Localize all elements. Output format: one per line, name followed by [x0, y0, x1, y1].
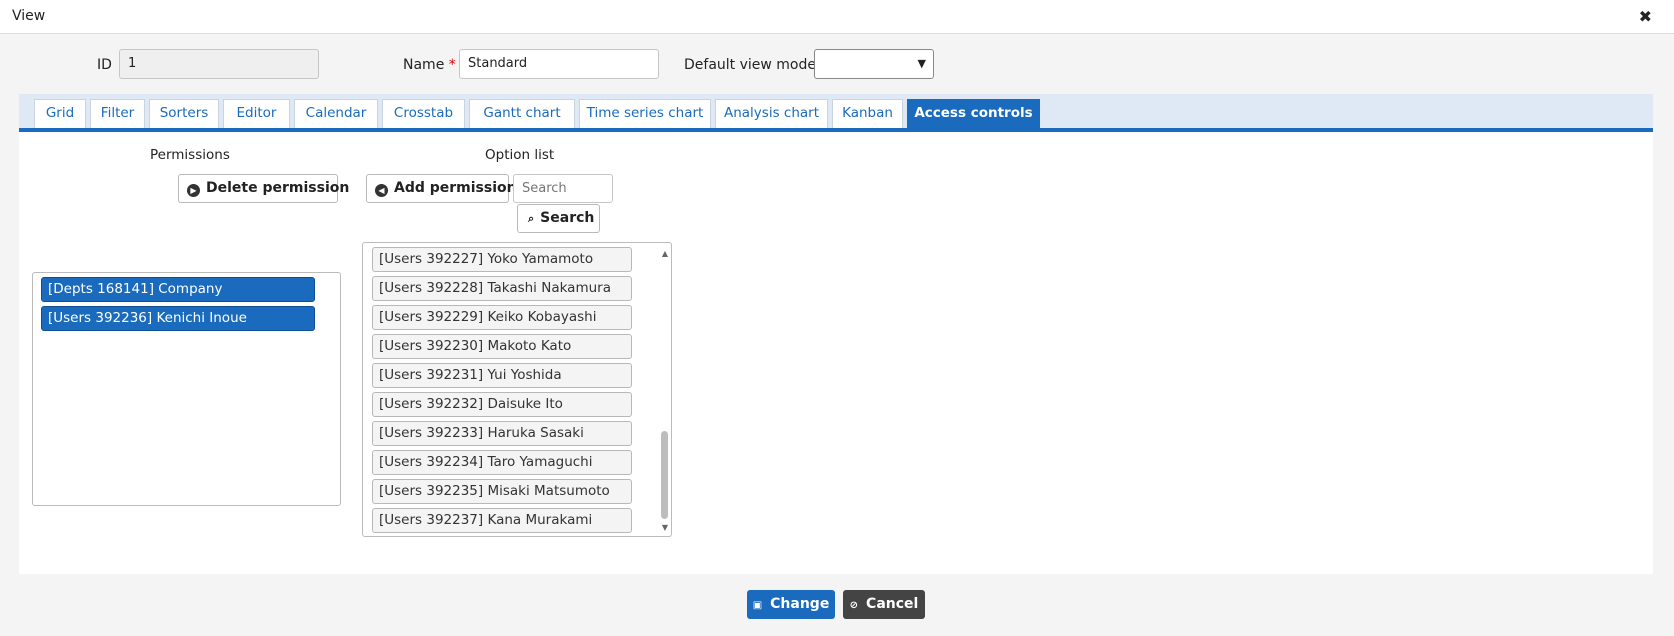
- delete-permission-label: Delete permission: [206, 180, 350, 196]
- arrow-right-circle-icon: ▶: [187, 184, 200, 197]
- name-label: Name *: [403, 57, 456, 73]
- cancel-button[interactable]: ⊘ Cancel: [843, 590, 925, 619]
- tab-time-series-chart[interactable]: Time series chart: [579, 99, 711, 128]
- option-list[interactable]: [Users 392227] Yoko Yamamoto [Users 3922…: [362, 242, 672, 537]
- name-field[interactable]: Standard: [459, 49, 659, 79]
- save-icon: ▣: [752, 600, 763, 611]
- add-permission-label: Add permission: [394, 180, 517, 196]
- id-label: ID: [97, 57, 112, 73]
- search-input[interactable]: [513, 174, 613, 203]
- permissions-list[interactable]: [Depts 168141] Company [Users 392236] Ke…: [32, 272, 341, 506]
- tab-grid[interactable]: Grid: [34, 99, 86, 128]
- tab-bar: Grid Filter Sorters Editor Calendar Cros…: [19, 94, 1653, 132]
- tab-kanban[interactable]: Kanban: [832, 99, 903, 128]
- search-button[interactable]: ⌕ Search: [517, 204, 600, 233]
- dialog-title: View: [12, 8, 46, 24]
- option-item[interactable]: [Users 392229] Keiko Kobayashi: [372, 305, 632, 330]
- option-item[interactable]: [Users 392234] Taro Yamaguchi: [372, 450, 632, 475]
- scrollbar-thumb[interactable]: [661, 431, 668, 519]
- default-view-mode-select[interactable]: ▼: [814, 49, 934, 79]
- tab-editor[interactable]: Editor: [223, 99, 290, 128]
- cancel-button-label: Cancel: [866, 596, 919, 612]
- scroll-down-icon[interactable]: ▼: [662, 523, 668, 532]
- scroll-up-icon[interactable]: ▲: [662, 249, 668, 258]
- option-item[interactable]: [Users 392231] Yui Yoshida: [372, 363, 632, 388]
- search-button-label: Search: [540, 210, 595, 226]
- option-item[interactable]: [Users 392237] Kana Murakami: [372, 508, 632, 533]
- tab-analysis-chart[interactable]: Analysis chart: [715, 99, 828, 128]
- permission-item[interactable]: [Depts 168141] Company: [41, 277, 315, 302]
- option-list-heading: Option list: [485, 147, 555, 163]
- cancel-icon: ⊘: [849, 600, 859, 611]
- option-item[interactable]: [Users 392228] Takashi Nakamura: [372, 276, 632, 301]
- arrow-left-circle-icon: ◀: [375, 184, 388, 197]
- tab-filter[interactable]: Filter: [90, 99, 145, 128]
- option-item[interactable]: [Users 392235] Misaki Matsumoto: [372, 479, 632, 504]
- change-button-label: Change: [770, 596, 830, 612]
- tab-calendar[interactable]: Calendar: [294, 99, 378, 128]
- option-item[interactable]: [Users 392227] Yoko Yamamoto: [372, 247, 632, 272]
- option-item[interactable]: [Users 392230] Makoto Kato: [372, 334, 632, 359]
- permissions-heading: Permissions: [150, 147, 230, 163]
- close-icon[interactable]: ✖: [1639, 7, 1652, 26]
- tab-access-controls[interactable]: Access controls: [907, 99, 1040, 128]
- option-item[interactable]: [Users 392232] Daisuke Ito: [372, 392, 632, 417]
- tab-crosstab[interactable]: Crosstab: [382, 99, 465, 128]
- chevron-down-icon: ▼: [917, 57, 926, 70]
- change-button[interactable]: ▣ Change: [747, 590, 835, 619]
- permission-item[interactable]: [Users 392236] Kenichi Inoue: [41, 306, 315, 331]
- id-field: 1: [119, 49, 319, 79]
- dialog-titlebar: View ✖: [0, 0, 1674, 34]
- tab-sorters[interactable]: Sorters: [149, 99, 219, 128]
- name-label-text: Name: [403, 57, 445, 73]
- option-item[interactable]: [Users 392233] Haruka Sasaki: [372, 421, 632, 446]
- add-permission-button[interactable]: ◀ Add permission: [366, 174, 517, 203]
- tab-panel: Grid Filter Sorters Editor Calendar Cros…: [19, 94, 1653, 574]
- search-icon: ⌕: [528, 212, 535, 225]
- delete-permission-button[interactable]: ▶ Delete permission: [178, 174, 349, 203]
- default-view-mode-label: Default view mode: [684, 57, 816, 73]
- required-marker: *: [448, 57, 456, 73]
- tab-gantt-chart[interactable]: Gantt chart: [469, 99, 575, 128]
